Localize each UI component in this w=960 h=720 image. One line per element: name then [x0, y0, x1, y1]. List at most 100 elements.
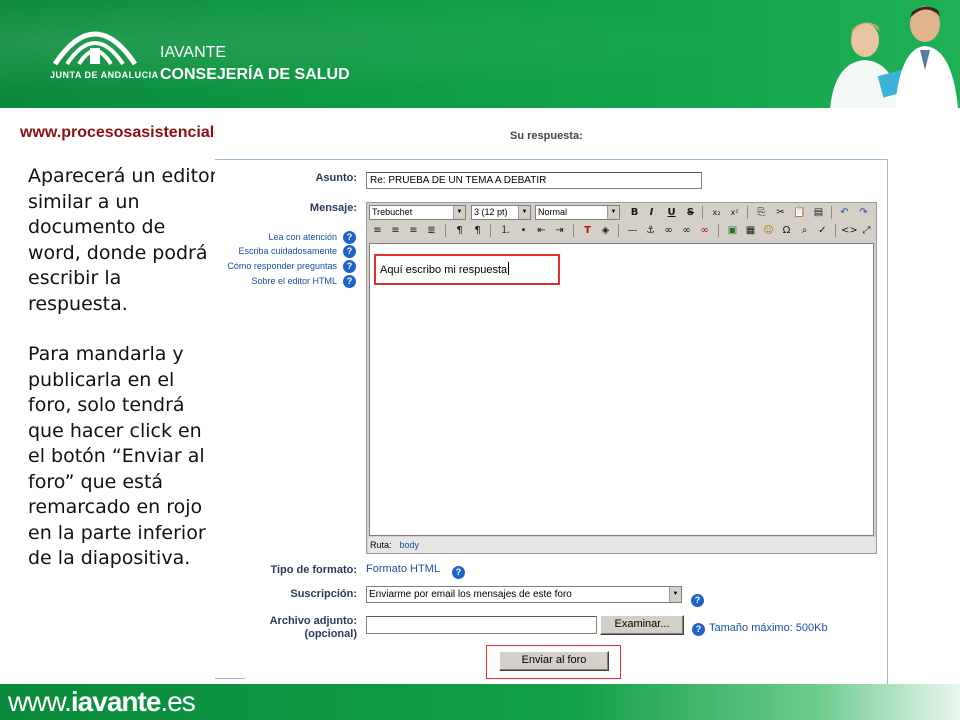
- dropdown-arrow-icon: ▼: [453, 206, 465, 219]
- indent-icon[interactable]: ⇥: [552, 223, 567, 238]
- style-select[interactable]: Normal ▼: [535, 205, 620, 220]
- size-select-value: 3 (12 pt): [474, 207, 508, 217]
- editor-toolbar-row-2: ≡ ≡ ≡ ≣ ¶ ¶ ⒈ • ⇤ ⇥ T ◈ — ⚓ ∞ ∞ ∞ ▣ ▦ ☺ …: [368, 222, 876, 240]
- editor-content-area[interactable]: Aquí escribo mi respuesta: [369, 243, 874, 536]
- subject-input[interactable]: Re: PRUEBA DE UN TEMA A DEBATIR: [366, 172, 702, 189]
- explanation-paragraph-2: Para mandarla y publicarla en el foro, s…: [28, 343, 206, 569]
- align-center-icon[interactable]: ≡: [388, 223, 403, 238]
- help-question-icon[interactable]: ?: [343, 275, 356, 288]
- paste-word-icon[interactable]: ▤: [811, 205, 826, 220]
- spellcheck-icon[interactable]: ✓: [815, 223, 830, 238]
- strikethrough-icon[interactable]: S: [683, 205, 698, 220]
- insert-image-icon[interactable]: ▣: [725, 223, 740, 238]
- ltr-icon[interactable]: ¶: [452, 223, 467, 238]
- subject-label: Asunto:: [315, 172, 357, 184]
- align-right-icon[interactable]: ≡: [406, 223, 421, 238]
- align-left-icon[interactable]: ≡: [370, 223, 385, 238]
- frame-border-right: [887, 159, 888, 684]
- org-department: CONSEJERÍA DE SALUD: [160, 66, 350, 83]
- help-question-icon[interactable]: ?: [343, 260, 356, 273]
- text-color-icon[interactable]: T: [580, 223, 595, 238]
- editor-path-bar: Ruta: body: [368, 537, 876, 553]
- toolbar-separator: [702, 206, 703, 219]
- path-body-link[interactable]: body: [400, 540, 420, 550]
- submit-to-forum-button[interactable]: Enviar al foro: [499, 651, 609, 671]
- dropdown-arrow-icon: ▼: [607, 206, 619, 219]
- explanation-paragraph-1: Aparecerá un editor similar a un documen…: [28, 165, 218, 315]
- cut-icon[interactable]: ✂: [773, 205, 788, 220]
- footer-url-suffix: .es: [160, 686, 195, 717]
- copy-icon[interactable]: ⎘: [754, 205, 769, 220]
- underline-icon[interactable]: U: [664, 205, 679, 220]
- subscript-icon[interactable]: x₂: [709, 205, 724, 220]
- header-banner: JUNTA DE ANDALUCIA IAVANTE CONSEJERÍA DE…: [0, 0, 960, 108]
- help-link-html-editor[interactable]: Sobre el editor HTML: [215, 276, 337, 286]
- help-question-icon[interactable]: ?: [452, 566, 465, 579]
- typed-answer-highlight: Aquí escribo mi respuesta: [374, 254, 560, 285]
- toolbar-separator: [835, 224, 836, 237]
- message-label: Mensaje:: [309, 202, 357, 214]
- bold-icon[interactable]: B: [627, 205, 642, 220]
- org-name: IAVANTE: [160, 44, 227, 61]
- horizontal-rule-icon[interactable]: —: [625, 223, 640, 238]
- frame-border-bottom: [215, 678, 245, 679]
- paste-icon[interactable]: 📋: [792, 205, 807, 220]
- redo-icon[interactable]: ↷: [856, 205, 871, 220]
- footer-url-prefix: www.: [8, 686, 72, 717]
- link-icon[interactable]: ∞: [661, 223, 676, 238]
- explanation-text: Aparecerá un editor similar a un documen…: [28, 164, 223, 572]
- insert-smiley-icon[interactable]: ☺: [761, 223, 776, 238]
- html-source-icon[interactable]: <>: [841, 223, 858, 238]
- attachment-file-input[interactable]: [366, 616, 597, 634]
- anchor-icon[interactable]: ⚓: [643, 223, 658, 238]
- browse-button[interactable]: Examinar...: [600, 615, 684, 635]
- toolbar-separator: [445, 224, 446, 237]
- reply-form-screenshot: Su respuesta: Asunto: Re: PRUEBA DE UN T…: [215, 120, 890, 685]
- undo-icon[interactable]: ↶: [837, 205, 852, 220]
- dropdown-arrow-icon: ▼: [669, 587, 681, 602]
- toolbar-separator: [618, 224, 619, 237]
- rtl-icon[interactable]: ¶: [470, 223, 485, 238]
- max-size-text: Tamaño máximo: 500Kb: [709, 622, 828, 634]
- font-select[interactable]: Trebuchet ▼: [369, 205, 466, 220]
- toolbar-separator: [718, 224, 719, 237]
- editor-toolbar-row-1: Trebuchet ▼ 3 (12 pt) ▼ Normal ▼ B I U S x₂…: [368, 204, 876, 222]
- ordered-list-icon[interactable]: ⒈: [498, 223, 513, 238]
- insert-table-icon[interactable]: ▦: [743, 223, 758, 238]
- italic-icon[interactable]: I: [644, 205, 659, 220]
- format-value: Formato HTML: [366, 563, 440, 575]
- frame-border-top: [215, 159, 888, 160]
- logo-caption: JUNTA DE ANDALUCIA: [50, 70, 159, 80]
- subscription-select[interactable]: Enviarme por email los mensajes de este …: [366, 586, 682, 603]
- unordered-list-icon[interactable]: •: [516, 223, 531, 238]
- help-question-icon[interactable]: ?: [691, 594, 704, 607]
- help-question-icon[interactable]: ?: [343, 245, 356, 258]
- help-question-icon[interactable]: ?: [692, 623, 705, 636]
- typed-answer-text: Aquí escribo mi respuesta: [380, 264, 508, 276]
- footer-banner: www.iavante.es: [0, 684, 960, 720]
- attachment-optional-label: (opcional): [304, 628, 357, 640]
- unlink-icon[interactable]: ∞: [679, 223, 694, 238]
- background-color-icon[interactable]: ◈: [598, 223, 613, 238]
- toolbar-separator: [831, 206, 832, 219]
- superscript-icon[interactable]: x²: [727, 205, 742, 220]
- help-link-write-carefully[interactable]: Escriba cuidadosamente: [215, 246, 337, 256]
- form-heading: Su respuesta:: [510, 130, 583, 142]
- footer-url: www.iavante.es: [8, 686, 196, 718]
- toolbar-separator: [490, 224, 491, 237]
- outdent-icon[interactable]: ⇤: [534, 223, 549, 238]
- help-link-how-to-answer[interactable]: Cómo responder preguntas: [215, 261, 337, 271]
- search-replace-icon[interactable]: ⌕: [797, 223, 812, 238]
- fullscreen-icon[interactable]: ⤢: [859, 223, 874, 238]
- justify-icon[interactable]: ≣: [424, 223, 439, 238]
- subscription-label: Suscripción:: [290, 588, 357, 600]
- size-select[interactable]: 3 (12 pt) ▼: [471, 205, 531, 220]
- help-question-icon[interactable]: ?: [343, 231, 356, 244]
- junta-andalucia-logo-icon: [52, 31, 138, 66]
- text-caret: [508, 262, 510, 275]
- toolbar-separator: [573, 224, 574, 237]
- doctors-photo-icon: [830, 6, 958, 108]
- insert-char-icon[interactable]: Ω: [779, 223, 794, 238]
- nolink-icon[interactable]: ∞: [697, 223, 712, 238]
- help-link-read-carefully[interactable]: Lea con atención: [215, 232, 337, 242]
